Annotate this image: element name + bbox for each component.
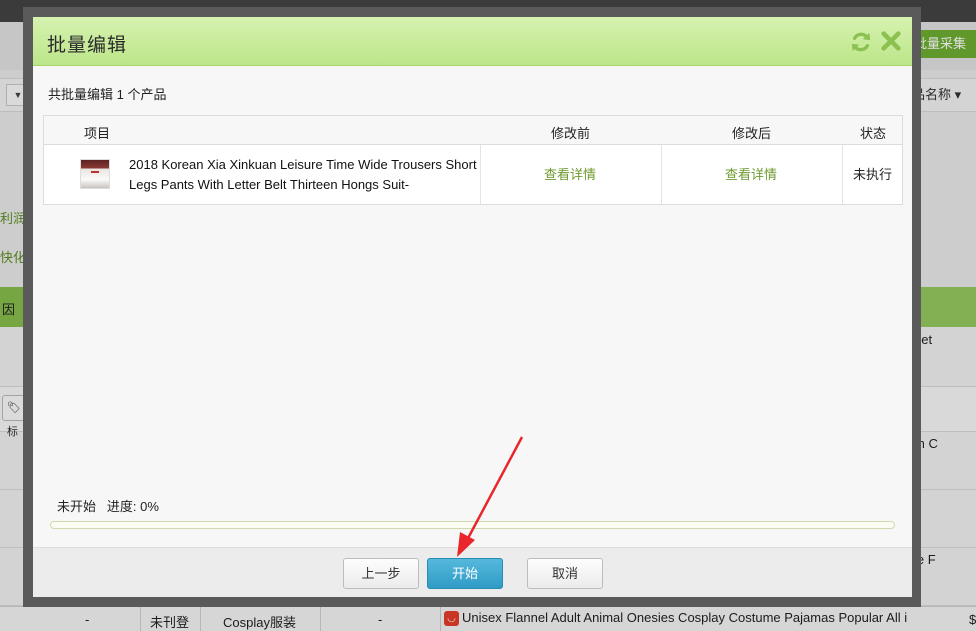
table-header: 项目 修改前 修改后 状态 — [44, 116, 902, 145]
header-before: 修改前 — [551, 126, 591, 141]
dialog-header: 批量编辑 — [33, 17, 912, 66]
view-before-details-link[interactable]: 查看详情 — [544, 164, 596, 183]
progress-state: 未开始 — [57, 499, 97, 514]
progress-percent: 0% — [140, 499, 159, 514]
view-after-details-link[interactable]: 查看详情 — [725, 164, 777, 183]
dialog-title: 批量编辑 — [47, 35, 128, 56]
product-thumbnail — [80, 159, 110, 189]
column-divider — [842, 145, 843, 204]
product-name: 2018 Korean Xia Xinkuan Leisure Time Wid… — [129, 157, 477, 192]
header-after: 修改后 — [732, 126, 772, 141]
dialog-footer: 上一步 开始 取消 — [33, 547, 912, 597]
progress-status: 未开始 进度: 0% — [57, 496, 159, 515]
edit-table: 项目 修改前 修改后 状态 2018 Korean Xia Xinkuan Le… — [43, 115, 903, 205]
column-divider — [661, 145, 662, 204]
progress-label: 进度: — [106, 499, 137, 514]
close-icon[interactable] — [880, 30, 902, 52]
progress-bar — [50, 521, 895, 529]
column-divider — [480, 145, 481, 204]
edit-summary: 共批量编辑 1 个产品 — [48, 87, 167, 102]
table-row: 2018 Korean Xia Xinkuan Leisure Time Wid… — [44, 145, 902, 204]
cancel-button[interactable]: 取消 — [527, 558, 603, 589]
execution-status: 未执行 — [853, 167, 893, 182]
refresh-icon[interactable] — [850, 31, 872, 53]
header-item: 项目 — [84, 126, 111, 141]
start-button[interactable]: 开始 — [427, 558, 503, 589]
batch-edit-dialog: 批量编辑 共批量编辑 1 个产品 项目 修改前 修改后 状态 2018 Kore… — [33, 17, 912, 597]
previous-step-button[interactable]: 上一步 — [343, 558, 419, 589]
header-status: 状态 — [860, 126, 887, 141]
